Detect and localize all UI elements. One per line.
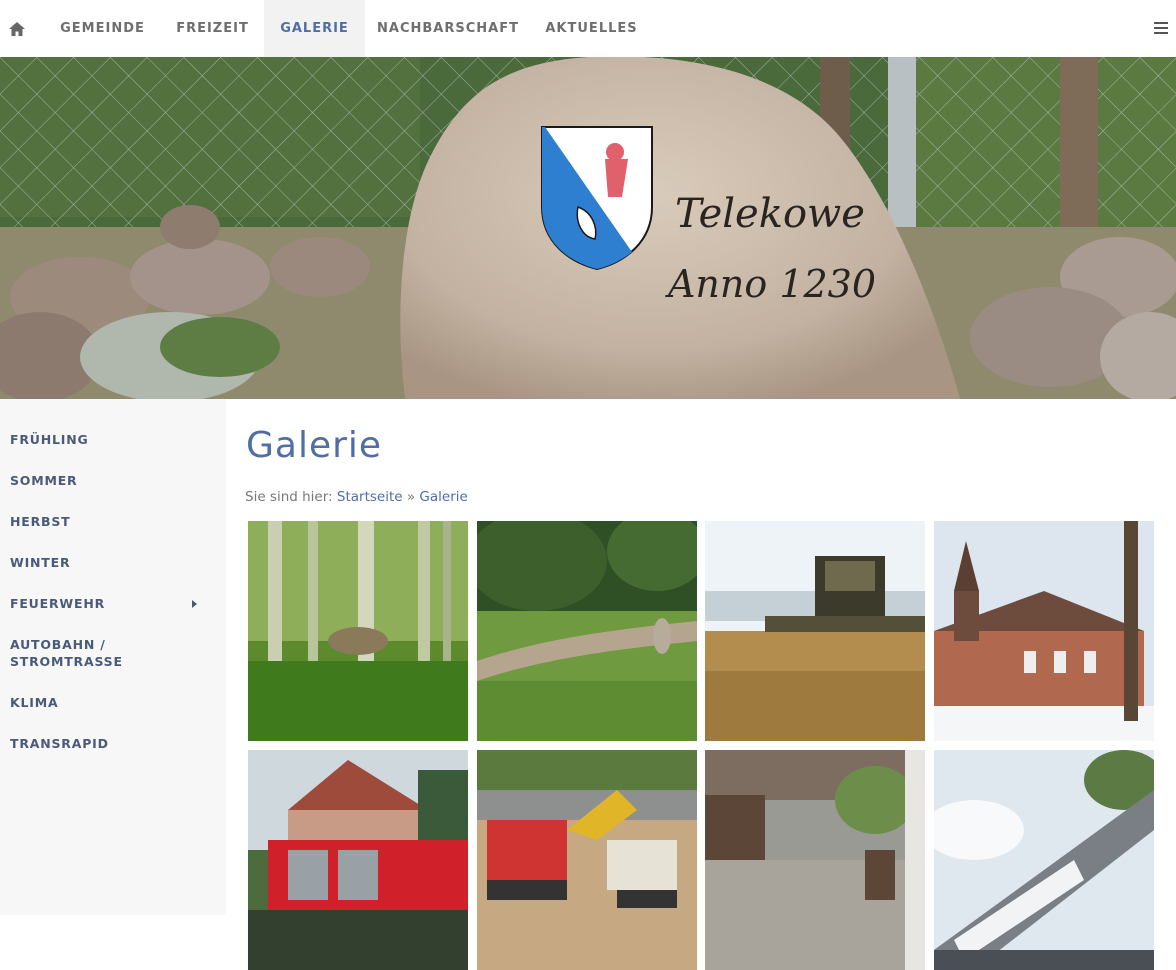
sidebar-item-sommer[interactable]: SOMMER xyxy=(10,472,210,489)
nav-item-nachbarschaft[interactable]: NACHBARSCHAFT xyxy=(365,0,531,57)
gallery-thumb-winter[interactable] xyxy=(934,521,1154,741)
gallery-thumb-sommer[interactable] xyxy=(477,521,697,741)
breadcrumb: Sie sind hier: Startseite » Galerie xyxy=(245,489,468,505)
sidebar-item-fruehling[interactable]: FRÜHLING xyxy=(10,431,210,448)
breadcrumb-current[interactable]: Galerie xyxy=(419,489,467,505)
hero-banner: Telekowe Anno 1230 xyxy=(0,57,1176,399)
nav-item-galerie[interactable]: GALERIE xyxy=(264,0,365,57)
sidebar-item-feuerwehr[interactable]: FEUERWEHR xyxy=(10,595,210,612)
gallery-thumb-klima[interactable] xyxy=(705,750,925,970)
thumbnail-image xyxy=(477,750,697,970)
page-title: Galerie xyxy=(246,425,383,466)
thumbnail-image xyxy=(705,521,925,741)
gallery-thumb-transrapid[interactable] xyxy=(934,750,1154,970)
thumbnail-image xyxy=(477,521,697,741)
hero-banner-image: Telekowe Anno 1230 xyxy=(0,57,1176,399)
nav-item-aktuelles[interactable]: AKTUELLES xyxy=(531,0,652,57)
breadcrumb-separator: » xyxy=(406,489,416,505)
home-button[interactable] xyxy=(0,0,33,57)
breadcrumb-prefix: Sie sind hier: xyxy=(245,489,333,505)
thumbnail-image xyxy=(934,750,1154,970)
home-icon xyxy=(8,21,25,36)
submenu-arrow-icon[interactable] xyxy=(192,600,197,608)
top-navigation: GEMEINDE FREIZEIT GALERIE NACHBARSCHAFT … xyxy=(0,0,1176,57)
thumbnail-image xyxy=(248,521,468,741)
stone-inscription-line2: Anno 1230 xyxy=(665,262,876,306)
nav-item-freizeit[interactable]: FREIZEIT xyxy=(161,0,264,57)
nav-item-gemeinde[interactable]: GEMEINDE xyxy=(44,0,161,57)
sidebar: FRÜHLING SOMMER HERBST WINTER FEUERWEHR … xyxy=(0,399,226,915)
thumbnail-image xyxy=(705,750,925,970)
sidebar-item-winter[interactable]: WINTER xyxy=(10,554,210,571)
gallery-thumb-autobahn[interactable] xyxy=(477,750,697,970)
sidebar-item-herbst[interactable]: HERBST xyxy=(10,513,210,530)
sidebar-item-transrapid[interactable]: TRANSRAPID xyxy=(10,735,210,752)
stone-inscription-line1: Telekowe xyxy=(675,191,865,237)
main-content: Galerie Sie sind hier: Startseite » Gale… xyxy=(226,399,1176,970)
gallery-thumb-feuerwehr[interactable] xyxy=(248,750,468,970)
breadcrumb-home-link[interactable]: Startseite xyxy=(337,489,403,505)
thumbnail-image xyxy=(934,521,1154,741)
sidebar-item-klima[interactable]: KLIMA xyxy=(10,694,210,711)
hamburger-menu-icon[interactable] xyxy=(1154,22,1168,35)
gallery-thumb-herbst[interactable] xyxy=(705,521,925,741)
sidebar-item-autobahn-stromtrasse[interactable]: AUTOBAHN / STROMTRASSE xyxy=(10,636,130,670)
gallery-thumb-fruehling[interactable] xyxy=(248,521,468,741)
thumbnail-image xyxy=(248,750,468,970)
